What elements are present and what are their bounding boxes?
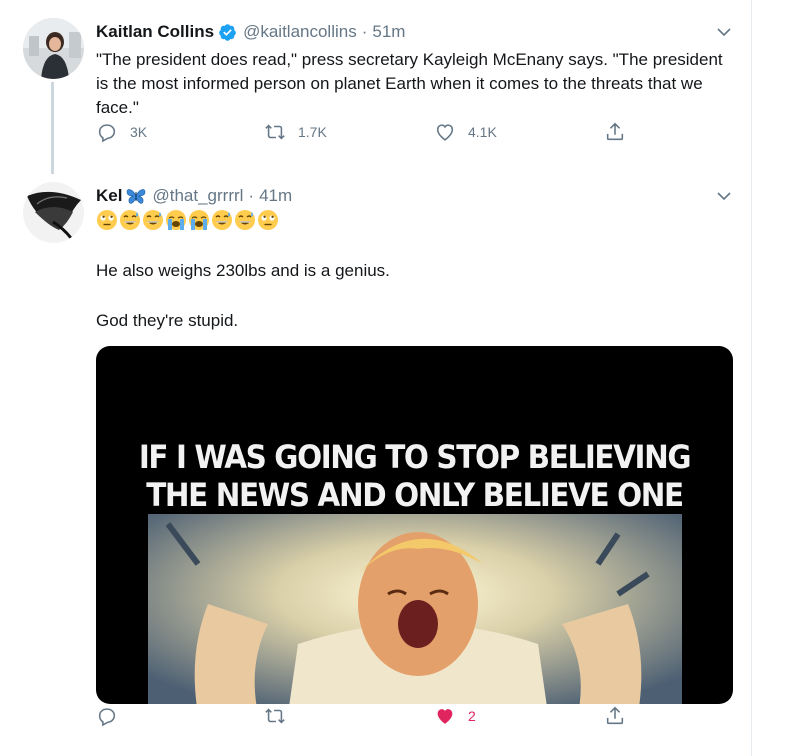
display-name[interactable]: Kel xyxy=(96,186,122,206)
chevron-down-icon[interactable] xyxy=(716,188,732,204)
avatar[interactable] xyxy=(23,182,84,243)
share-button[interactable] xyxy=(604,704,626,728)
heart-icon xyxy=(436,124,454,141)
butterfly-icon xyxy=(127,189,146,204)
tweet-text: God they're stupid. xyxy=(96,311,239,330)
tweet-content: Kaitlan Collins @kaitlancollins · 51m "T… xyxy=(96,20,734,120)
share-icon xyxy=(606,122,624,141)
separator: · xyxy=(361,22,368,41)
heart-filled-icon xyxy=(437,709,453,724)
tweet-text: He also weighs 230lbs and is a genius. xyxy=(96,261,390,280)
loudly-crying-icon xyxy=(166,210,186,230)
like-button[interactable]: 4.1K xyxy=(434,120,497,144)
like-count: 2 xyxy=(468,708,476,724)
verified-icon xyxy=(219,23,236,41)
reply-icon xyxy=(98,708,116,727)
reply-button[interactable]: 3K xyxy=(96,120,147,144)
avatar[interactable] xyxy=(23,18,84,79)
thread-line xyxy=(51,82,54,174)
share-button[interactable] xyxy=(604,120,626,144)
reply-button[interactable] xyxy=(96,704,130,728)
chevron-down-icon[interactable] xyxy=(716,24,732,40)
timeline: Kaitlan Collins @kaitlancollins · 51m "T… xyxy=(0,0,752,756)
tweet-content: Kel @that_grrrrl · 41m He also weighs 23… xyxy=(96,184,734,333)
retweet-button[interactable] xyxy=(264,704,298,728)
retweet-button[interactable]: 1.7K xyxy=(264,120,327,144)
tweet-header: Kaitlan Collins @kaitlancollins · 51m xyxy=(96,20,734,44)
handle[interactable]: @kaitlancollins xyxy=(243,22,357,42)
separator: · xyxy=(248,186,255,205)
tweet-header: Kel @that_grrrrl · 41m xyxy=(96,184,734,208)
tweet-image[interactable]: IF I WAS GOING TO STOP BELIEVING THE NEW… xyxy=(96,346,733,704)
reply-count: 3K xyxy=(130,124,148,140)
retweet-count: 1.7K xyxy=(298,124,327,140)
sweat-smile-icon xyxy=(212,210,232,230)
handle[interactable]: @that_grrrrl xyxy=(152,186,243,206)
sweat-smile-icon xyxy=(120,210,140,230)
timestamp[interactable]: 51m xyxy=(372,22,405,42)
meme-illustration xyxy=(148,514,682,704)
share-icon xyxy=(606,706,624,725)
tweet-text: "The president does read," press secreta… xyxy=(96,50,723,117)
sweat-smile-icon xyxy=(235,210,255,230)
meme-caption-line: IF I WAS GOING TO STOP BELIEVING xyxy=(138,438,692,476)
rolling-eyes-icon xyxy=(258,210,278,230)
timestamp[interactable]: 41m xyxy=(259,186,292,206)
display-name[interactable]: Kaitlan Collins xyxy=(96,22,214,42)
loudly-crying-icon xyxy=(189,210,209,230)
reply-icon xyxy=(98,124,116,143)
like-button[interactable]: 2 xyxy=(434,704,476,728)
tweet[interactable]: Kel @that_grrrrl · 41m He also weighs 23… xyxy=(0,176,752,756)
emoji-row xyxy=(96,209,734,233)
sweat-smile-icon xyxy=(143,210,163,230)
tweet[interactable]: Kaitlan Collins @kaitlancollins · 51m "T… xyxy=(0,0,752,176)
retweet-icon xyxy=(265,708,285,724)
retweet-icon xyxy=(265,124,285,140)
rolling-eyes-icon xyxy=(97,210,117,230)
like-count: 4.1K xyxy=(468,124,497,140)
